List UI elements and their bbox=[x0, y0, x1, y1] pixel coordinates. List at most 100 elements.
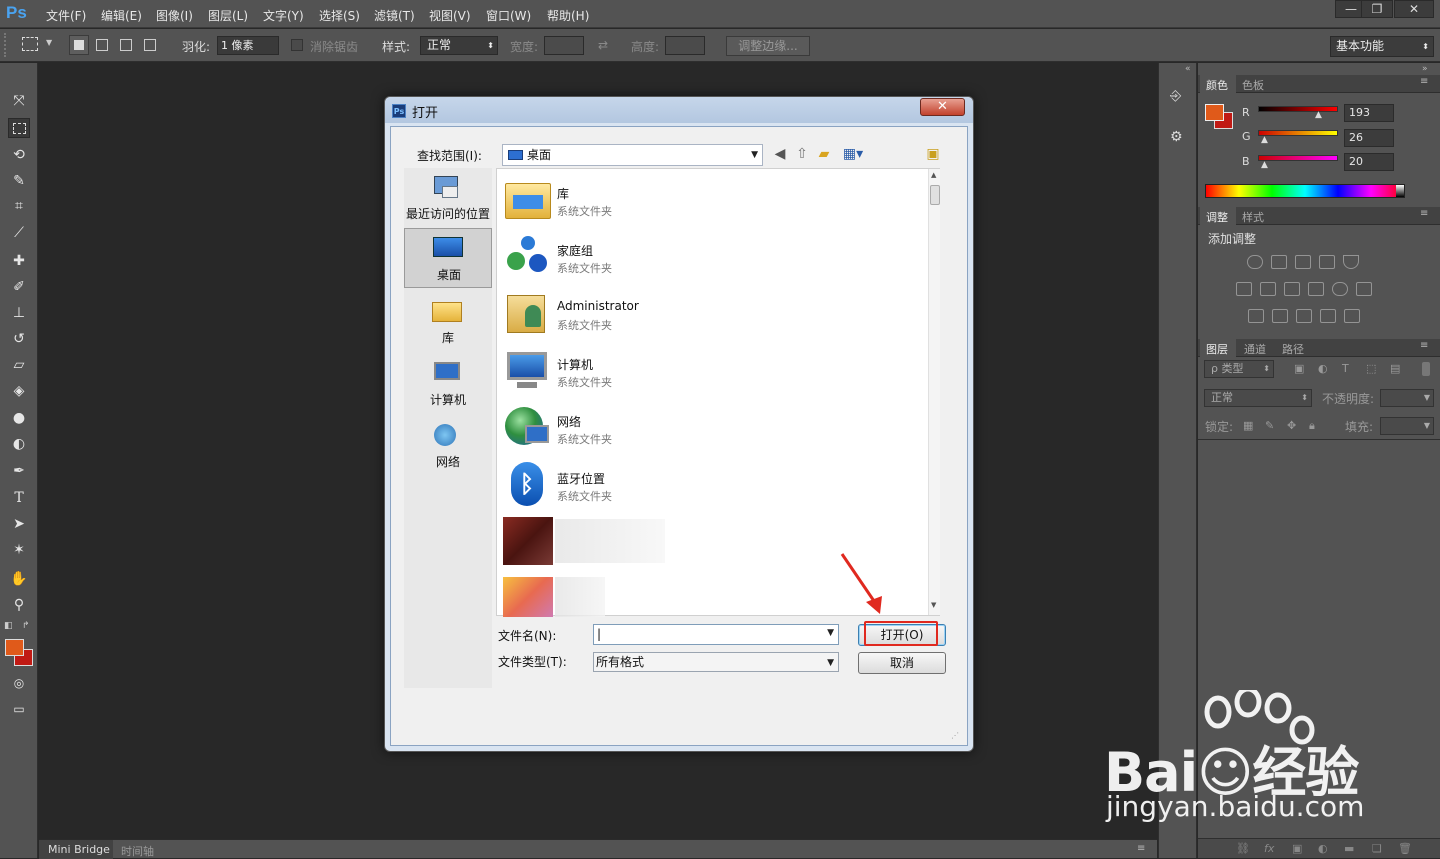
lock-image-icon[interactable]: ✎ bbox=[1265, 419, 1274, 432]
black-white-icon[interactable] bbox=[1284, 282, 1300, 296]
tab-channels[interactable]: 通道 bbox=[1244, 341, 1266, 357]
path-select-tool-icon[interactable]: ➤ bbox=[8, 514, 30, 534]
new-group-icon[interactable]: ▬ bbox=[1344, 842, 1354, 855]
link-layers-icon[interactable]: ⛓ bbox=[1236, 842, 1250, 855]
chevron-down-icon[interactable]: ▼ bbox=[46, 38, 52, 47]
scroll-up-icon[interactable]: ▲ bbox=[931, 171, 936, 179]
collapse-icon[interactable]: « bbox=[1185, 64, 1191, 74]
subtract-selection-icon[interactable] bbox=[120, 39, 132, 51]
b-value-input[interactable]: 20 bbox=[1344, 153, 1394, 171]
layer-filter-select[interactable]: ρ 类型 ⬍ bbox=[1204, 360, 1274, 378]
color-spectrum-bar[interactable] bbox=[1205, 184, 1405, 198]
collapse-icon[interactable]: » bbox=[1422, 64, 1428, 74]
tab-layers[interactable]: 图层 bbox=[1206, 341, 1228, 357]
foreground-color-swatch[interactable] bbox=[1205, 104, 1224, 121]
marquee-tool-icon[interactable] bbox=[22, 37, 38, 51]
posterize-icon[interactable] bbox=[1272, 309, 1288, 323]
list-item[interactable]: 计算机 系统文件夹 bbox=[501, 340, 921, 397]
clone-stamp-tool-icon[interactable]: ⊥ bbox=[8, 303, 30, 323]
close-window-button[interactable]: ✕ bbox=[1394, 0, 1434, 18]
filter-smart-object-icon[interactable]: ▤ bbox=[1390, 362, 1400, 375]
tab-timeline[interactable]: 时间轴 bbox=[121, 843, 154, 859]
exposure-icon[interactable] bbox=[1319, 255, 1335, 269]
new-layer-icon[interactable]: ❏ bbox=[1372, 842, 1382, 855]
threshold-icon[interactable] bbox=[1296, 309, 1312, 323]
b-slider-handle[interactable]: ▲ bbox=[1261, 160, 1268, 170]
height-input[interactable] bbox=[665, 36, 705, 55]
filetype-select[interactable]: 所有格式 ▼ bbox=[593, 652, 839, 672]
new-adjustment-icon[interactable]: ◐ bbox=[1318, 842, 1328, 855]
tab-styles[interactable]: 样式 bbox=[1242, 209, 1264, 225]
default-colors-icon[interactable]: ◧ bbox=[4, 621, 13, 631]
cancel-button[interactable]: 取消 bbox=[858, 652, 946, 674]
quick-select-tool-icon[interactable]: ✎ bbox=[8, 171, 30, 191]
delete-layer-icon[interactable]: 🗑︎ bbox=[1398, 842, 1412, 855]
g-value-input[interactable]: 26 bbox=[1344, 129, 1394, 147]
blur-tool-icon[interactable]: ● bbox=[8, 408, 30, 428]
r-slider[interactable] bbox=[1258, 106, 1338, 112]
properties-panel-icon[interactable]: ⚙ bbox=[1170, 129, 1188, 147]
menu-file[interactable]: 文件(F) bbox=[46, 7, 86, 24]
list-item[interactable]: 网络 系统文件夹 bbox=[501, 397, 921, 454]
tab-paths[interactable]: 路径 bbox=[1282, 341, 1304, 357]
tab-swatches[interactable]: 色板 bbox=[1242, 77, 1264, 93]
new-folder-icon[interactable]: ▰ bbox=[815, 145, 833, 163]
filter-type-icon[interactable]: T bbox=[1342, 362, 1349, 375]
refine-edge-button[interactable]: 调整边缘... bbox=[726, 36, 810, 56]
filename-input[interactable]: | ▼ bbox=[593, 624, 839, 645]
lock-position-icon[interactable]: ✥ bbox=[1287, 419, 1296, 432]
zoom-tool-icon[interactable]: ⚲ bbox=[8, 595, 30, 615]
menu-view[interactable]: 视图(V) bbox=[429, 7, 471, 24]
dialog-close-button[interactable]: ✕ bbox=[920, 98, 965, 116]
color-lookup-icon[interactable] bbox=[1356, 282, 1372, 296]
resize-grip-icon[interactable]: ⋰ bbox=[951, 731, 959, 740]
lookin-select[interactable]: 桌面 ▼ bbox=[502, 144, 763, 166]
menu-window[interactable]: 窗口(W) bbox=[486, 7, 531, 24]
selective-color-icon[interactable] bbox=[1320, 309, 1336, 323]
place-network[interactable]: 网络 bbox=[404, 416, 492, 476]
screen-mode-icon[interactable]: ▭ bbox=[8, 699, 30, 719]
g-slider-handle[interactable]: ▲ bbox=[1261, 135, 1268, 145]
b-slider[interactable] bbox=[1258, 155, 1338, 161]
pen-tool-icon[interactable]: ✒ bbox=[8, 461, 30, 481]
scrollbar-thumb[interactable] bbox=[930, 185, 940, 205]
new-selection-icon[interactable] bbox=[69, 35, 89, 55]
workspace-select[interactable]: 基本功能 ⬍ bbox=[1330, 36, 1434, 57]
g-slider[interactable] bbox=[1258, 130, 1338, 136]
menu-help[interactable]: 帮助(H) bbox=[547, 7, 589, 24]
up-folder-icon[interactable]: ⇧ bbox=[793, 145, 811, 163]
filter-shape-icon[interactable]: ⬚ bbox=[1366, 362, 1376, 375]
photo-filter-icon[interactable] bbox=[1308, 282, 1324, 296]
panel-menu-icon[interactable]: ≡ bbox=[1420, 208, 1428, 219]
vertical-scrollbar[interactable]: ▲ ▼ bbox=[928, 169, 940, 615]
quick-mask-icon[interactable]: ◎ bbox=[8, 673, 30, 693]
place-recent[interactable]: 最近访问的位置 bbox=[404, 168, 492, 228]
menu-edit[interactable]: 编辑(E) bbox=[101, 7, 142, 24]
foreground-color-swatch[interactable] bbox=[5, 639, 24, 656]
history-panel-icon[interactable]: ⎆ bbox=[1170, 88, 1188, 106]
list-item[interactable]: 库 系统文件夹 bbox=[501, 169, 921, 226]
history-brush-tool-icon[interactable]: ↺ bbox=[8, 329, 30, 349]
eyedropper-tool-icon[interactable]: ⟋ bbox=[8, 223, 30, 243]
move-tool-icon[interactable]: ⤧ bbox=[8, 91, 30, 111]
r-value-input[interactable]: 193 bbox=[1344, 104, 1394, 122]
panel-menu-icon[interactable]: ≡ bbox=[1420, 76, 1428, 87]
filter-adjustment-icon[interactable]: ◐ bbox=[1318, 362, 1328, 375]
filter-pixel-icon[interactable]: ▣ bbox=[1294, 362, 1304, 375]
filter-toggle[interactable] bbox=[1422, 362, 1430, 376]
lock-all-icon[interactable]: 🔒︎ bbox=[1309, 419, 1315, 433]
width-input[interactable] bbox=[544, 36, 584, 55]
lasso-tool-icon[interactable]: ⟲ bbox=[8, 145, 30, 165]
list-item[interactable]: ᛒ 蓝牙位置 系统文件夹 bbox=[501, 454, 921, 511]
swap-colors-icon[interactable]: ↱ bbox=[22, 621, 30, 631]
menu-type[interactable]: 文字(Y) bbox=[263, 7, 304, 24]
hand-tool-icon[interactable]: ✋ bbox=[8, 569, 30, 589]
tab-color[interactable]: 颜色 bbox=[1206, 77, 1228, 93]
place-library[interactable]: 库 bbox=[404, 292, 492, 352]
fx-icon[interactable]: fx bbox=[1264, 842, 1274, 855]
tab-adjustments[interactable]: 调整 bbox=[1206, 209, 1228, 225]
intersect-selection-icon[interactable] bbox=[144, 39, 156, 51]
add-selection-icon[interactable] bbox=[96, 39, 108, 51]
feather-input[interactable]: 1 像素 bbox=[217, 36, 279, 55]
menu-image[interactable]: 图像(I) bbox=[156, 7, 193, 24]
